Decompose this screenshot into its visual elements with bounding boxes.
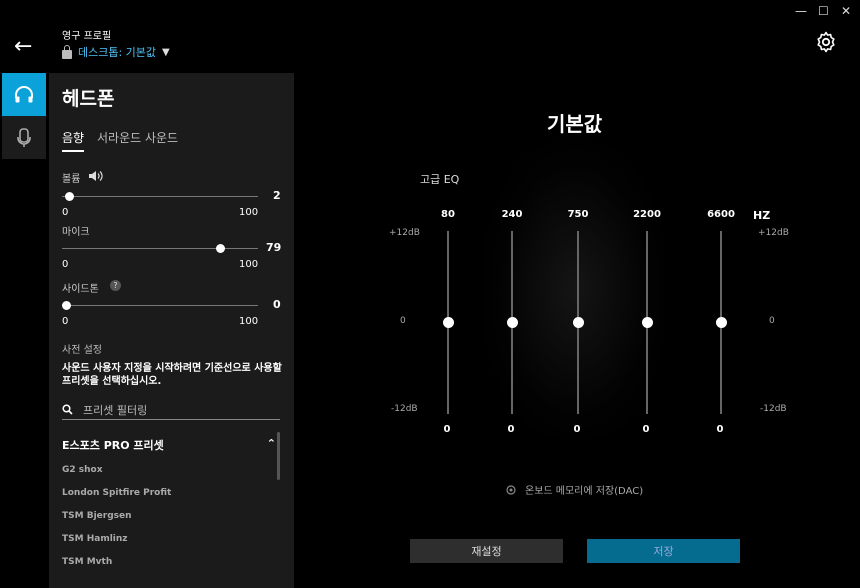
- close-button[interactable]: ✕: [841, 4, 851, 18]
- mic-slider[interactable]: [62, 244, 258, 253]
- dac-label: 온보드 메모리에 저장(DAC): [525, 486, 644, 497]
- eq-band-750-value: 0: [573, 424, 581, 435]
- eq-band-6600-thumb[interactable]: [716, 317, 727, 328]
- volume-slider[interactable]: [62, 192, 258, 201]
- speaker-icon: [89, 171, 103, 181]
- eq-band-2200-value: 0: [642, 424, 650, 435]
- sidetone-slider[interactable]: [61, 301, 258, 310]
- chevron-down-icon: ▼: [162, 46, 170, 58]
- presets-description: 사운드 사용자 지정을 시작하려면 기준선으로 사용할 프리셋을 선택하십시오.: [62, 363, 282, 387]
- db-mid-left: 0: [400, 316, 406, 326]
- minimize-button[interactable]: —: [795, 4, 807, 18]
- sidetone-label: 사이드톤: [62, 284, 99, 295]
- eq-band-80-thumb[interactable]: [443, 317, 454, 328]
- preset-group-header[interactable]: E스포츠 PRO 프리셋 ⌃: [62, 437, 276, 453]
- eq-band-80-value: 0: [443, 424, 451, 435]
- eq-band-2200-thumb[interactable]: [642, 317, 653, 328]
- profile-title: 기본값: [547, 112, 603, 136]
- sidetone-min: 0: [62, 316, 69, 327]
- nav-microphone[interactable]: [2, 116, 46, 159]
- eq-band-240-value: 0: [507, 424, 515, 435]
- preset-item[interactable]: G2 shox: [62, 465, 103, 475]
- preset-filter[interactable]: 프리셋 필터링: [62, 400, 280, 420]
- presets-label: 사전 설정: [62, 345, 102, 356]
- preset-filter-placeholder: 프리셋 필터링: [83, 403, 148, 417]
- db-top-left: +12dB: [389, 228, 420, 238]
- nav-headphone[interactable]: [2, 73, 46, 116]
- lock-icon: [62, 44, 72, 59]
- db-bot-left: -12dB: [391, 404, 418, 414]
- sidetone-max: 100: [239, 316, 259, 327]
- search-icon: [62, 404, 73, 415]
- eq-band-80-freq: 80: [441, 209, 455, 220]
- mic-value: 79: [266, 241, 282, 254]
- tab-surround[interactable]: 서라운드 사운드: [97, 129, 178, 146]
- save-button[interactable]: 저장: [587, 539, 740, 563]
- eq-title: 고급 EQ: [420, 173, 460, 186]
- eq-band-750-freq: 750: [567, 209, 589, 220]
- microphone-icon: [17, 127, 31, 147]
- profile-selector[interactable]: 데스크톱: 기본값 ▼: [62, 44, 170, 60]
- help-icon[interactable]: ?: [110, 280, 121, 291]
- eq-band-240-freq: 240: [501, 209, 523, 220]
- profile-label: 영구 프로필: [62, 31, 112, 42]
- preset-item[interactable]: London Spitfire Profit: [62, 488, 171, 498]
- preset-item[interactable]: TSM Bjergsen: [62, 511, 132, 521]
- back-button[interactable]: ←: [14, 34, 32, 59]
- memory-chip-icon: [506, 484, 516, 495]
- eq-unit: HZ: [753, 209, 771, 222]
- volume-label: 볼륨: [62, 174, 81, 185]
- db-top-right: +12dB: [758, 228, 789, 238]
- headphone-icon: [15, 85, 33, 102]
- preset-group-title: E스포츠 PRO 프리셋: [62, 439, 164, 452]
- mic-min: 0: [62, 259, 69, 270]
- eq-band-2200-freq: 2200: [633, 209, 661, 220]
- eq-band-6600-value: 0: [716, 424, 724, 435]
- volume-min: 0: [62, 207, 69, 218]
- mic-label: 마이크: [62, 227, 90, 238]
- reset-button[interactable]: 재설정: [410, 539, 563, 563]
- dac-save-toggle[interactable]: 온보드 메모리에 저장(DAC): [505, 482, 643, 497]
- profile-name: 데스크톱: 기본값: [78, 46, 157, 59]
- volume-value: 2: [273, 189, 281, 202]
- gear-icon[interactable]: [814, 30, 838, 54]
- db-mid-right: 0: [769, 316, 775, 326]
- preset-item[interactable]: TSM Mvth: [62, 557, 112, 567]
- db-bot-right: -12dB: [760, 404, 787, 414]
- preset-item[interactable]: TSM Hamlinz: [62, 534, 128, 544]
- eq-band-6600-freq: 6600: [707, 209, 735, 220]
- volume-max: 100: [239, 207, 259, 218]
- maximize-button[interactable]: ☐: [818, 4, 829, 18]
- chevron-up-icon: ⌃: [266, 437, 276, 450]
- eq-band-240-thumb[interactable]: [507, 317, 518, 328]
- sidetone-value: 0: [273, 298, 281, 311]
- eq-band-750-thumb[interactable]: [573, 317, 584, 328]
- mic-max: 100: [239, 259, 259, 270]
- preset-scrollbar[interactable]: [277, 432, 280, 480]
- panel-title: 헤드폰: [62, 88, 115, 110]
- sidetone-slider-thumb[interactable]: [61, 301, 71, 310]
- tab-sound[interactable]: 음향: [62, 129, 85, 152]
